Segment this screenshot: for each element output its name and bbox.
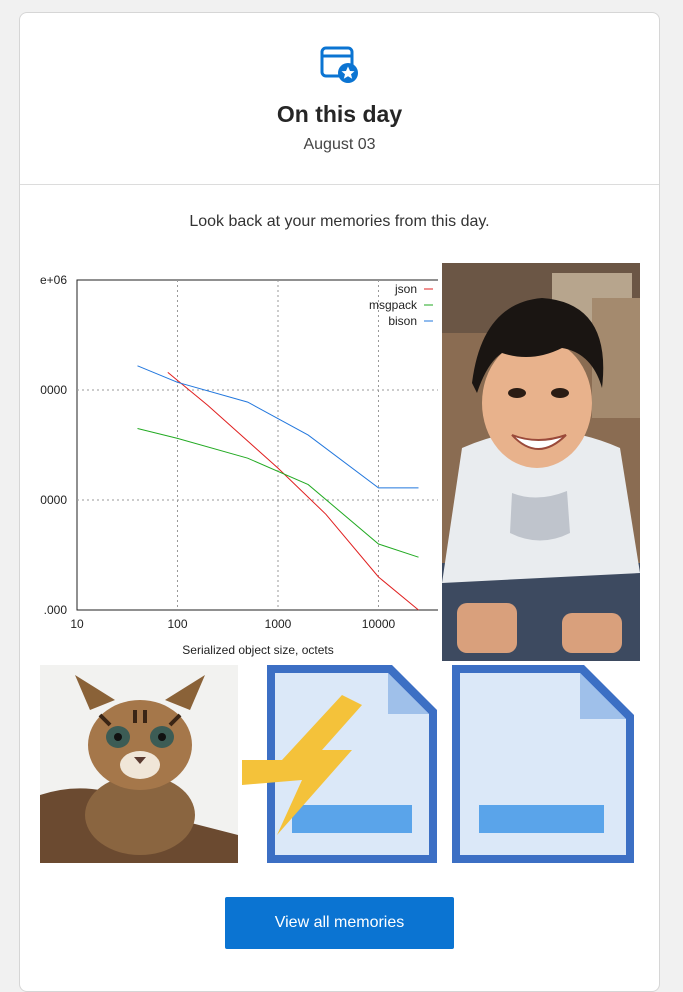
calendar-star-icon — [320, 46, 358, 83]
page-title: On this day — [276, 101, 403, 127]
leopard-cat-kitten-photo — [40, 665, 238, 863]
legend-label-bison: bison — [388, 314, 417, 328]
memory-date: August 03 — [303, 136, 376, 153]
view-all-memories-button[interactable]: View all memories — [225, 897, 454, 949]
memory-photo-boy[interactable] — [442, 263, 640, 661]
memory-chart-tile[interactable]: json msgpack bison 10 100 1000 10000 .000 0000… — [40, 263, 438, 661]
x-tick-label: 100 — [167, 617, 187, 631]
boy-smiling-photo — [442, 263, 640, 661]
x-tick-label: 1000 — [265, 617, 292, 631]
x-tick-label: 10 — [70, 617, 84, 631]
memory-file-flash[interactable] — [242, 665, 440, 863]
flash-file-icon — [242, 665, 440, 863]
card-header: On this day August 03 — [20, 13, 659, 185]
intro-text: Look back at your memories from this day… — [189, 213, 490, 230]
memory-photo-cat[interactable] — [40, 665, 238, 863]
performance-chart: json msgpack bison 10 100 1000 10000 .000 0000… — [40, 263, 438, 661]
x-axis-label: Serialized object size, octets — [182, 643, 333, 657]
legend-label-msgpack: msgpack — [369, 298, 418, 312]
legend-label-json: json — [394, 282, 417, 296]
y-tick-label: 0000 — [40, 383, 67, 397]
on-this-day-card: On this day August 03 Look back at your … — [19, 12, 660, 992]
memory-file-blank[interactable] — [444, 665, 642, 863]
x-tick-label: 10000 — [362, 617, 396, 631]
y-tick-label: .000 — [44, 603, 68, 617]
y-tick-label: 0000 — [40, 493, 67, 507]
blank-file-icon — [444, 665, 642, 863]
y-tick-label: e+06 — [40, 273, 67, 287]
